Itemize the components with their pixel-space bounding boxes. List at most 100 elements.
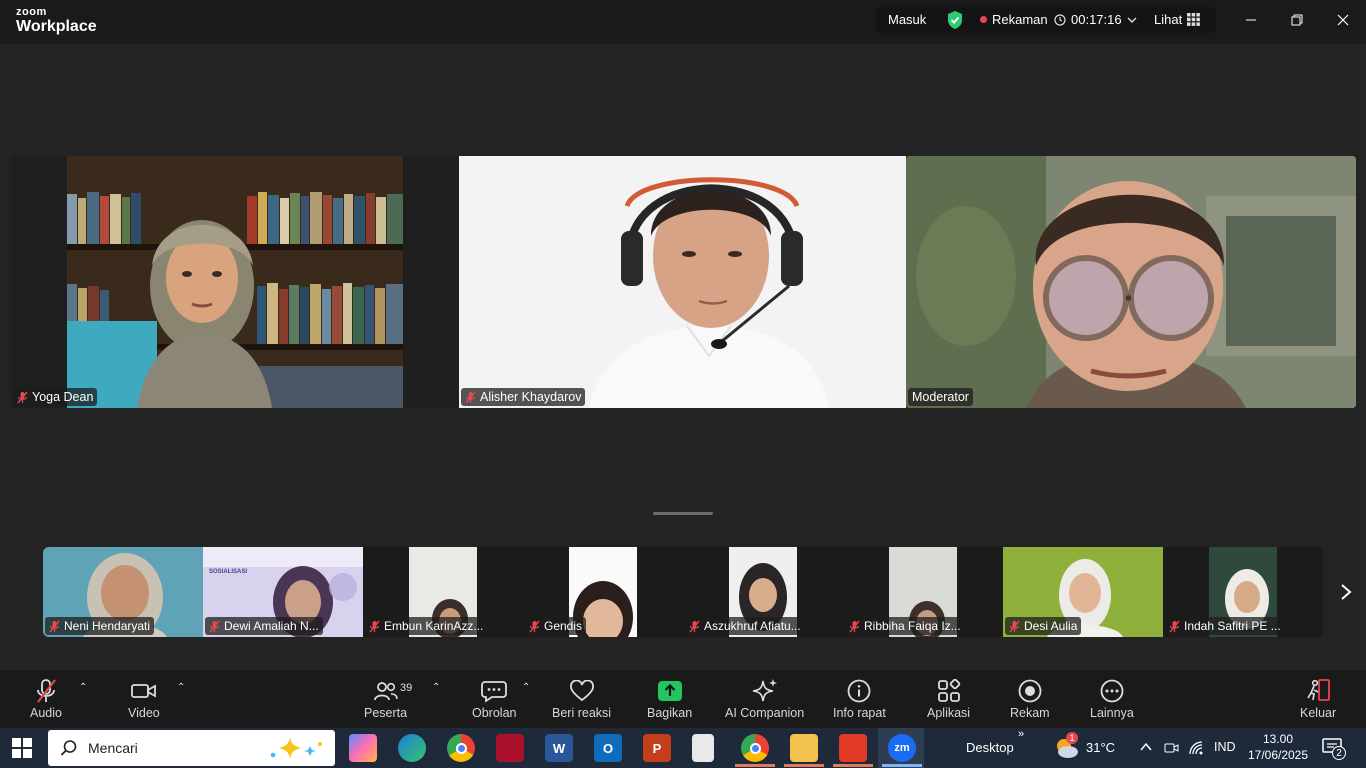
clock[interactable]: 13.00 17/06/2025 bbox=[1246, 731, 1310, 763]
video-tile-participant-1[interactable]: Yoga Dean bbox=[11, 156, 459, 408]
clock-icon bbox=[1054, 13, 1066, 26]
taskbar-app-outlook-icon[interactable]: O bbox=[594, 734, 622, 762]
taskbar-app-zoom-icon[interactable]: zm bbox=[888, 734, 916, 762]
taskbar-app-chrome-icon[interactable] bbox=[447, 734, 475, 762]
taskbar-app-edge-icon[interactable] bbox=[398, 734, 426, 762]
apps-label: Aplikasi bbox=[927, 706, 971, 720]
restore-icon bbox=[1291, 14, 1303, 26]
strip-tile[interactable]: Desi Aulia bbox=[1003, 547, 1163, 637]
logo-brand-bottom: Workplace bbox=[16, 18, 97, 35]
strip-tile[interactable]: Ribbiha Faiqa Iz... bbox=[843, 547, 1003, 637]
taskbar-search-box[interactable]: Mencari bbox=[48, 730, 335, 766]
security-shield-icon[interactable] bbox=[946, 10, 964, 30]
ai-companion-button[interactable]: AI Companion bbox=[725, 676, 804, 720]
participant-name-tag: Indah Safitri PE ... bbox=[1165, 617, 1285, 635]
language-indicator[interactable]: IND bbox=[1214, 740, 1236, 754]
taskbar-app-active-indicator bbox=[784, 764, 824, 767]
taskbar-app-mendeley-icon[interactable] bbox=[496, 734, 524, 762]
muted-mic-icon bbox=[369, 620, 380, 632]
taskbar-app-chrome-profile-icon[interactable] bbox=[741, 734, 769, 762]
recording-indicator[interactable]: Rekaman bbox=[980, 12, 1048, 27]
signin-button[interactable]: Masuk bbox=[888, 12, 926, 27]
video-label: Video bbox=[128, 706, 160, 720]
window-controls bbox=[1228, 0, 1366, 40]
strip-tile[interactable]: Embun KarinAzz... bbox=[363, 547, 523, 637]
participants-icon bbox=[373, 676, 398, 706]
taskbar-desktop-toolbar[interactable]: Desktop bbox=[966, 740, 1014, 755]
audio-label: Audio bbox=[30, 706, 62, 720]
chevron-up-icon[interactable] bbox=[1140, 742, 1152, 752]
meeting-timer[interactable]: 00:17:16 bbox=[1054, 12, 1137, 27]
participant-name-tag: Moderator bbox=[908, 388, 973, 406]
meet-now-icon[interactable] bbox=[1164, 740, 1180, 756]
meeting-info-button[interactable]: Info rapat bbox=[833, 676, 886, 720]
audio-options-caret[interactable]: ⌃ bbox=[79, 682, 87, 693]
weather-widget[interactable]: 1 31°C bbox=[1054, 732, 1134, 762]
taskbar-app-acrobat-icon[interactable] bbox=[839, 734, 867, 762]
participant-name-tag: Alisher Khaydarov bbox=[461, 388, 586, 406]
strip-tile[interactable]: Gendis bbox=[523, 547, 683, 637]
chevron-double-right-icon[interactable]: » bbox=[1018, 728, 1024, 740]
taskbar-app-copilot-icon[interactable] bbox=[349, 734, 377, 762]
participant-strip: Neni Hendaryati SOSIALISASI Dewi Amaliah… bbox=[43, 547, 1323, 637]
sparkle-decoration-icon bbox=[270, 737, 322, 759]
participant-name: Aszukhruf Afiatu... bbox=[704, 619, 801, 633]
video-tile-active-speaker[interactable]: Moderator bbox=[906, 156, 1356, 408]
apps-button[interactable]: Aplikasi bbox=[927, 676, 970, 720]
participant-name: Dewi Amaliah N... bbox=[224, 619, 319, 633]
resize-drag-handle[interactable] bbox=[653, 512, 713, 515]
record-button[interactable]: Rekam bbox=[1010, 676, 1050, 720]
notification-count-badge: 2 bbox=[1332, 746, 1346, 760]
meeting-status-bar: Masuk Rekaman 00:17:16 Lihat bbox=[876, 7, 1216, 33]
share-button[interactable]: Bagikan bbox=[647, 676, 692, 720]
participant-video-moderator bbox=[906, 156, 1356, 408]
wifi-icon[interactable] bbox=[1188, 740, 1204, 756]
participant-name-tag: Ribbiha Faiqa Iz... bbox=[845, 617, 965, 635]
restore-button[interactable] bbox=[1274, 0, 1320, 40]
taskbar-app-file-explorer-icon[interactable] bbox=[790, 734, 818, 762]
taskbar-app-powerpoint-icon[interactable]: P bbox=[643, 734, 671, 762]
meeting-toolbar: Audio ⌃ Video ⌃ Peserta 39 ⌃ Obrolan ⌃ B… bbox=[0, 670, 1366, 728]
participants-options-caret[interactable]: ⌃ bbox=[432, 682, 440, 693]
audio-button[interactable]: Audio bbox=[30, 676, 62, 720]
record-label: Rekam bbox=[1010, 706, 1050, 720]
video-button[interactable]: Video bbox=[128, 676, 160, 720]
timer-value: 00:17:16 bbox=[1071, 12, 1122, 27]
video-options-caret[interactable]: ⌃ bbox=[177, 682, 185, 693]
clock-time: 13.00 bbox=[1262, 732, 1294, 746]
weather-temperature: 31°C bbox=[1086, 740, 1116, 755]
chat-button[interactable]: Obrolan bbox=[472, 676, 516, 720]
leave-button[interactable]: Keluar bbox=[1300, 676, 1336, 720]
muted-mic-icon bbox=[49, 620, 60, 632]
participant-name-tag: Aszukhruf Afiatu... bbox=[685, 617, 805, 635]
chat-label: Obrolan bbox=[472, 706, 517, 720]
windows-start-icon[interactable] bbox=[12, 738, 32, 758]
participant-name: Ribbiha Faiqa Iz... bbox=[864, 619, 961, 633]
strip-tile[interactable]: Indah Safitri PE ... bbox=[1163, 547, 1323, 637]
video-tile-participant-2[interactable]: Alisher Khaydarov bbox=[459, 156, 906, 408]
reactions-button[interactable]: Beri reaksi bbox=[552, 676, 611, 720]
recording-label: Rekaman bbox=[992, 12, 1048, 27]
strip-tile[interactable]: SOSIALISASI Dewi Amaliah N... bbox=[203, 547, 363, 637]
taskbar-app-word-icon[interactable]: W bbox=[545, 734, 573, 762]
muted-mic-icon bbox=[529, 620, 540, 632]
view-label: Lihat bbox=[1154, 12, 1183, 27]
reactions-label: Beri reaksi bbox=[552, 706, 612, 720]
strip-tile[interactable]: Neni Hendaryati bbox=[43, 547, 203, 637]
close-icon bbox=[1337, 14, 1349, 26]
more-button[interactable]: Lainnya bbox=[1090, 676, 1134, 720]
minimize-button[interactable] bbox=[1228, 0, 1274, 40]
taskbar-app-file-icon[interactable] bbox=[692, 734, 714, 762]
view-button[interactable]: Lihat bbox=[1154, 12, 1201, 27]
close-button[interactable] bbox=[1320, 0, 1366, 40]
strip-tile[interactable]: Aszukhruf Afiatu... bbox=[683, 547, 843, 637]
strip-next-button[interactable] bbox=[1336, 582, 1356, 602]
chat-options-caret[interactable]: ⌃ bbox=[522, 682, 530, 693]
participant-name-tag: Desi Aulia bbox=[1005, 617, 1082, 635]
chevron-down-icon bbox=[1127, 17, 1137, 23]
recording-dot-icon bbox=[980, 16, 987, 23]
info-icon bbox=[847, 676, 871, 706]
signin-label: Masuk bbox=[888, 12, 927, 27]
share-screen-icon bbox=[657, 676, 683, 706]
notifications-button[interactable]: 2 bbox=[1322, 738, 1350, 760]
